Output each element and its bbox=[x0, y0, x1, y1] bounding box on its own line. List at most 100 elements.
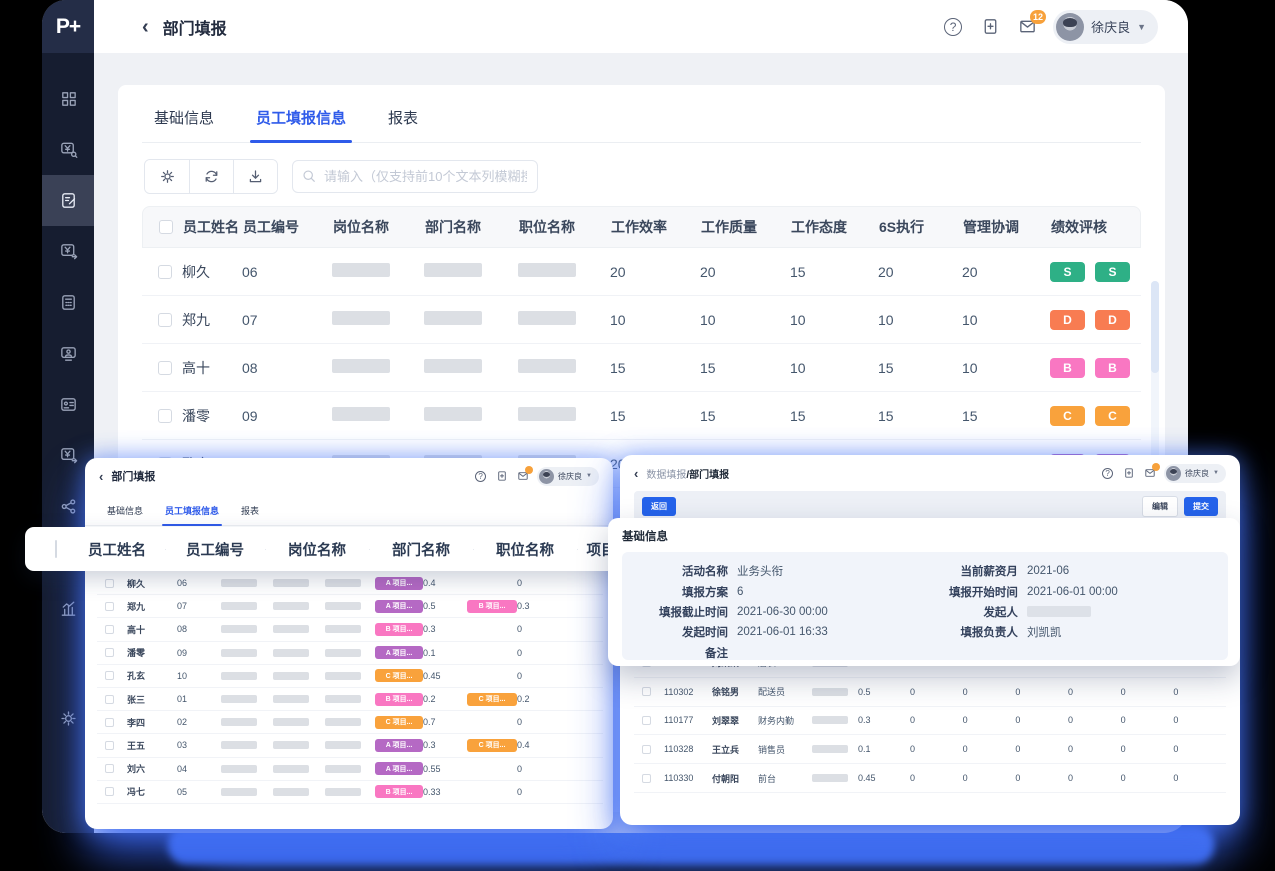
value-cell: 0 bbox=[1121, 715, 1174, 725]
row-checkbox[interactable] bbox=[105, 648, 114, 657]
column-header-label: 工作态度 bbox=[791, 219, 847, 235]
app-logo[interactable]: P+ bbox=[42, 0, 94, 53]
user-menu[interactable]: 徐庆良 ▼ bbox=[1053, 10, 1158, 44]
help-icon[interactable]: ? bbox=[474, 470, 487, 483]
text-placeholder bbox=[424, 359, 482, 373]
user-menu[interactable]: 徐庆良 ▼ bbox=[537, 467, 599, 486]
tab-基础信息[interactable]: 基础信息 bbox=[154, 107, 214, 142]
placeholder-cell bbox=[328, 311, 420, 328]
info-field: 填报截止时间2021-06-30 00:00 bbox=[628, 602, 910, 622]
employee-table: 员工姓名员工编号岗位名称部门名称职位名称工作效率工作质量工作态度6S执行管理协调… bbox=[142, 206, 1141, 488]
score-cell: 10 bbox=[874, 312, 958, 328]
popup-left-title: 部门填报 bbox=[111, 468, 155, 484]
row-checkbox[interactable] bbox=[105, 764, 114, 773]
row-checkbox[interactable] bbox=[158, 409, 172, 423]
grade-badge: C bbox=[1095, 406, 1130, 426]
breadcrumb-parent[interactable]: 数据填报 bbox=[646, 466, 686, 481]
score-cell: 15 bbox=[696, 360, 786, 376]
employee-name: 潘零 bbox=[127, 646, 177, 659]
basic-info-card: 基础信息 活动名称业务头衔填报方案6填报截止时间2021-06-30 00:00… bbox=[608, 518, 1240, 666]
mail-icon[interactable] bbox=[1143, 467, 1156, 480]
mail-icon[interactable]: 12 bbox=[1016, 16, 1038, 38]
sidebar-item-fill-search[interactable] bbox=[42, 124, 94, 175]
settings-button[interactable] bbox=[145, 160, 189, 193]
employee-name: 柳久 bbox=[182, 262, 210, 282]
edit-button[interactable]: 编辑 bbox=[1142, 496, 1178, 517]
row-checkbox[interactable] bbox=[105, 671, 114, 680]
info-field: 当前薪资月2021-06 bbox=[918, 561, 1214, 581]
row-checkbox[interactable] bbox=[105, 602, 114, 611]
row-checkbox[interactable] bbox=[158, 265, 172, 279]
search-box bbox=[292, 160, 538, 193]
text-placeholder bbox=[424, 407, 482, 421]
new-doc-icon[interactable] bbox=[979, 16, 1001, 38]
row-checkbox[interactable] bbox=[105, 718, 114, 727]
grade-cell: CC bbox=[1046, 406, 1141, 426]
row-checkbox[interactable] bbox=[105, 695, 114, 704]
employee-no: 02 bbox=[177, 717, 221, 727]
avatar bbox=[1166, 466, 1181, 481]
row-checkbox[interactable] bbox=[158, 313, 172, 327]
tab-报表[interactable]: 报表 bbox=[388, 107, 418, 142]
text-placeholder bbox=[332, 359, 390, 373]
score-cell: 15 bbox=[696, 408, 786, 424]
row-checkbox[interactable] bbox=[105, 741, 114, 750]
value-cell: 0 bbox=[1015, 715, 1068, 725]
employee-name-cell: 潘零 bbox=[142, 406, 238, 426]
new-doc-icon[interactable] bbox=[495, 470, 508, 483]
help-icon[interactable]: ? bbox=[1101, 467, 1114, 480]
fill-report-icon bbox=[59, 191, 78, 210]
help-icon[interactable]: ? bbox=[942, 16, 964, 38]
back-button[interactable]: 返回 bbox=[642, 497, 676, 516]
placeholder-cell bbox=[420, 263, 514, 280]
back-icon[interactable]: ‹ bbox=[634, 466, 638, 481]
sidebar-item-calculator[interactable] bbox=[42, 277, 94, 328]
employee-id: 110330 bbox=[664, 773, 712, 783]
value-cell: 0 bbox=[1015, 687, 1068, 697]
tab-员工填报信息[interactable]: 员工填报信息 bbox=[256, 107, 346, 142]
value-cell: 0.7 bbox=[423, 717, 467, 727]
row-checkbox[interactable] bbox=[642, 745, 651, 754]
user-menu[interactable]: 徐庆良 ▼ bbox=[1164, 464, 1226, 483]
table-row: 郑九071010101010DD bbox=[142, 296, 1141, 344]
info-field-value: 2021-06-01 16:33 bbox=[737, 626, 828, 638]
search-input[interactable] bbox=[292, 160, 538, 193]
row-checkbox[interactable] bbox=[105, 579, 114, 588]
info-field-value: 6 bbox=[737, 586, 743, 598]
sidebar-item-salary-out[interactable] bbox=[42, 226, 94, 277]
popup-tab-员工填报信息[interactable]: 员工填报信息 bbox=[165, 504, 219, 525]
text-placeholder bbox=[273, 718, 309, 726]
search-icon bbox=[301, 168, 317, 184]
sidebar-item-training[interactable] bbox=[42, 328, 94, 379]
placeholder-cell bbox=[328, 407, 420, 424]
sidebar-item-apps[interactable] bbox=[42, 73, 94, 124]
select-all-checkbox[interactable] bbox=[159, 220, 173, 234]
value-cell: 0 bbox=[1068, 773, 1121, 783]
download-button[interactable] bbox=[233, 160, 277, 193]
strip-column-header: 岗位名称 bbox=[265, 539, 369, 560]
popup-tab-基础信息[interactable]: 基础信息 bbox=[107, 504, 143, 525]
topbar: ‹ 部门填报 ? 12 徐庆良 ▼ bbox=[94, 0, 1188, 53]
row-checkbox[interactable] bbox=[105, 625, 114, 634]
row-checkbox[interactable] bbox=[642, 774, 651, 783]
select-all-checkbox[interactable] bbox=[55, 540, 57, 558]
refresh-button[interactable] bbox=[189, 160, 233, 193]
row-checkbox[interactable] bbox=[642, 687, 651, 696]
score-cell: 15 bbox=[606, 408, 696, 424]
popup-tab-报表[interactable]: 报表 bbox=[241, 504, 259, 525]
new-doc-icon[interactable] bbox=[1122, 467, 1135, 480]
column-header-label: 员工编号 bbox=[243, 219, 299, 235]
placeholder-cell bbox=[328, 263, 420, 280]
submit-button[interactable]: 提交 bbox=[1184, 497, 1218, 516]
employee-no: 06 bbox=[177, 578, 221, 588]
popup-table-row: 110302徐铭男配送员0.5000000 bbox=[634, 678, 1226, 707]
back-icon[interactable]: ‹ bbox=[99, 469, 103, 484]
back-icon[interactable]: ‹ bbox=[142, 17, 149, 37]
row-checkbox[interactable] bbox=[105, 787, 114, 796]
sidebar-item-fill-report[interactable] bbox=[42, 175, 94, 226]
mail-icon[interactable] bbox=[516, 470, 529, 483]
row-checkbox[interactable] bbox=[158, 361, 172, 375]
row-checkbox[interactable] bbox=[642, 716, 651, 725]
sidebar-item-id-card[interactable] bbox=[42, 379, 94, 430]
placeholder-cell bbox=[514, 407, 606, 424]
